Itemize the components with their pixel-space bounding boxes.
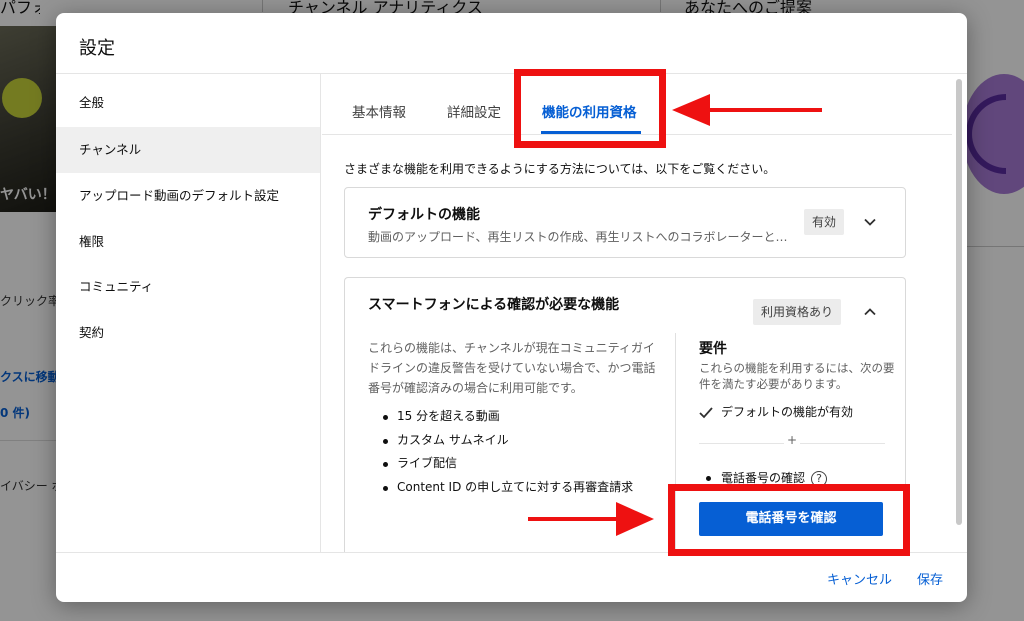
save-button[interactable]: 保存 [917,569,943,588]
settings-sidebar: 全般 チャンネル アップロード動画のデフォルト設定 権限 コミュニティ 契約 [56,74,321,552]
chevron-down-icon[interactable] [861,213,879,231]
checkmark-icon [699,406,713,418]
sidebar-item-permissions[interactable]: 権限 [56,219,320,265]
card-subtitle: 動画のアップロード、再生リストの作成、再生リストへのコラボレーターと… [368,230,788,244]
feature-description: これらの機能は、チャンネルが現在コミュニティガイドラインの違反警告を受けていない… [368,341,656,395]
plus-icon: + [784,433,800,447]
requirements-description: これらの機能を利用するには、次の要件を満たす必要があります。 [699,361,895,391]
card-title: スマートフォンによる確認が必要な機能 [368,297,620,313]
requirements-title: 要件 [699,341,727,357]
highlight-box-tab [514,69,666,148]
list-item: Content ID の申し立てに対する再審査請求 [377,476,633,500]
intro-text: さまざまな機能を利用できるようにする方法については、以下をご覧ください。 [344,162,776,176]
requirement-default-features: デフォルトの機能が有効 [699,403,853,420]
chevron-up-icon[interactable] [861,303,879,321]
sidebar-item-agreements[interactable]: 契約 [56,310,320,356]
cancel-button[interactable]: キャンセル [827,569,892,588]
bullet [706,476,711,481]
sidebar-item-upload-defaults[interactable]: アップロード動画のデフォルト設定 [56,173,320,219]
status-badge: 有効 [804,209,845,235]
tab-advanced-settings[interactable]: 詳細設定 [447,101,501,121]
list-item: 15 分を超える動画 [377,405,633,429]
feature-list: 15 分を超える動画 カスタム サムネイル ライブ配信 Content ID の… [377,405,633,499]
list-item: カスタム サムネイル [377,429,633,453]
sidebar-item-community[interactable]: コミュニティ [56,264,320,310]
requirement-label: 電話番号の確認 [721,471,806,485]
tab-basic-info[interactable]: 基本情報 [352,101,406,121]
dialog-title: 設定 [79,38,115,59]
scrollbar[interactable] [956,79,962,525]
sidebar-item-general[interactable]: 全般 [56,80,320,126]
arrow-right-icon [528,502,654,536]
requirement-label: デフォルトの機能が有効 [721,405,854,419]
list-item: ライブ配信 [377,452,633,476]
sidebar-item-channel[interactable]: チャンネル [56,127,320,173]
default-features-card[interactable]: デフォルトの機能 動画のアップロード、再生リストの作成、再生リストへのコラボレー… [344,187,906,258]
card-title: デフォルトの機能 [368,207,480,223]
status-badge: 利用資格あり [753,299,842,325]
highlight-box-button [668,484,910,556]
arrow-left-icon [672,94,822,126]
